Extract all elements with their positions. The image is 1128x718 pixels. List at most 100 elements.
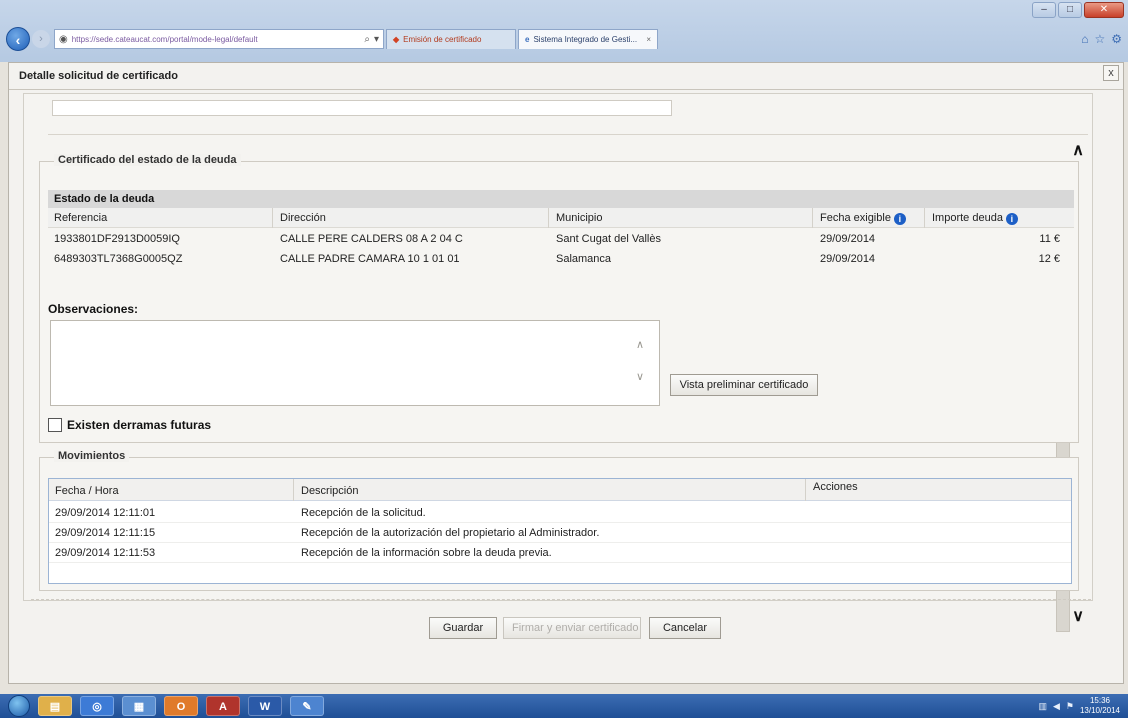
flag-icon[interactable]: ⚑ xyxy=(1066,701,1074,712)
chevron-up-icon[interactable]: ∧ xyxy=(1072,140,1084,160)
forward-arrow-icon[interactable]: › xyxy=(32,30,50,48)
cell-importe: 11 € xyxy=(1039,233,1060,245)
divider xyxy=(805,479,806,501)
folder-icon[interactable]: ▤ xyxy=(38,696,72,716)
chevron-down-icon[interactable]: ∨ xyxy=(1072,606,1084,626)
tab-label: Sistema Integrado de Gesti... xyxy=(533,35,638,44)
dialog-title: Detalle solicitud de certificado xyxy=(19,70,178,82)
cell-direccion: CALLE PADRE CAMARA 10 1 01 01 xyxy=(280,253,460,265)
minimize-icon[interactable]: – xyxy=(1032,2,1056,18)
divider xyxy=(31,599,1091,600)
cell-importe: 12 € xyxy=(1038,253,1060,265)
divider xyxy=(9,89,1123,90)
navigation-bar: ‹ › ◉ https://sede.cateaucat.com/portal/… xyxy=(6,26,1122,52)
divider xyxy=(293,479,294,501)
cell-direccion: CALLE PERE CALDERS 08 A 2 04 C xyxy=(280,233,463,245)
address-bar[interactable]: ◉ https://sede.cateaucat.com/portal/mode… xyxy=(54,29,384,49)
info-icon[interactable]: i xyxy=(1005,213,1018,225)
access-icon[interactable]: A xyxy=(206,696,240,716)
clock[interactable]: 15:36 13/10/2014 xyxy=(1080,696,1120,716)
window-close-icon[interactable]: ✕ xyxy=(1084,2,1124,18)
section-legend: Certificado del estado de la deuda xyxy=(54,154,241,166)
toolbar-icons: ⌂ ☆ ⚙ xyxy=(1081,32,1122,46)
table-row[interactable]: 29/09/2014 12:11:01 Recepción de la soli… xyxy=(49,503,1071,523)
home-icon[interactable]: ⌂ xyxy=(1081,32,1088,46)
col-acciones[interactable]: Acciones xyxy=(813,481,858,493)
cell-fecha-hora: 29/09/2014 12:11:15 xyxy=(55,527,156,539)
chrome-icon[interactable]: ◎ xyxy=(80,696,114,716)
derramas-checkbox-row[interactable]: Existen derramas futuras xyxy=(48,418,211,432)
taskbar: ▤ ◎ ▦ O A W ✎ ▥ ◀ ⚑ 15:36 13/10/2014 xyxy=(0,694,1128,718)
cell-fecha-hora: 29/09/2014 12:11:01 xyxy=(55,507,156,519)
cell-descripcion: Recepción de la autorización del propiet… xyxy=(301,527,600,539)
col-importe-label: Importe deuda xyxy=(932,212,1003,224)
cancel-button[interactable]: Cancelar xyxy=(649,617,721,639)
col-fecha-exigible[interactable]: Fecha exigible i xyxy=(820,212,906,225)
cell-descripcion: Recepción de la información sobre la deu… xyxy=(301,547,552,559)
debt-status-header: Estado de la deuda xyxy=(48,190,1074,208)
col-referencia[interactable]: Referencia xyxy=(54,212,107,224)
maximize-icon[interactable]: □ xyxy=(1058,2,1082,18)
table-row[interactable]: 29/09/2014 12:11:15 Recepción de la auto… xyxy=(49,523,1071,543)
dialog-close-icon[interactable]: x xyxy=(1103,65,1119,81)
info-icon[interactable]: i xyxy=(893,213,906,225)
movements-table: Fecha / Hora Descripción Acciones 29/09/… xyxy=(48,478,1072,584)
browser-chrome: – □ ✕ ‹ › ◉ https://sede.cateaucat.com/p… xyxy=(0,0,1128,62)
divider xyxy=(548,208,549,228)
tab-close-icon[interactable]: × xyxy=(646,35,651,44)
favorites-star-icon[interactable]: ☆ xyxy=(1094,32,1105,46)
network-icon[interactable]: ▥ xyxy=(1038,701,1047,712)
search-icon[interactable]: ⌕ xyxy=(364,34,370,45)
save-button[interactable]: Guardar xyxy=(429,617,497,639)
notes-icon[interactable]: ✎ xyxy=(290,696,324,716)
section-legend: Movimientos xyxy=(54,450,130,462)
legend-text: Certificado del estado de la deuda xyxy=(58,154,237,166)
derramas-label: Existen derramas futuras xyxy=(67,418,212,432)
system-tray: ▥ ◀ ⚑ 15:36 13/10/2014 xyxy=(1038,696,1128,716)
clock-date: 13/10/2014 xyxy=(1079,706,1120,715)
ie-page-icon: e xyxy=(525,35,530,44)
start-button-icon[interactable] xyxy=(8,695,30,717)
tab-sistema-integrado[interactable]: e Sistema Integrado de Gesti... × xyxy=(518,29,658,49)
outlook-icon[interactable]: O xyxy=(164,696,198,716)
tab-emision-certificado[interactable]: ◆ Emisión de certificado xyxy=(386,29,516,49)
observaciones-label: Observaciones: xyxy=(48,302,139,316)
col-fecha-label: Fecha exigible xyxy=(820,212,891,224)
movements-table-header: Fecha / Hora Descripción Acciones xyxy=(49,479,1071,501)
sign-send-certificate-button[interactable]: Firmar y enviar certificado xyxy=(503,617,641,639)
gear-icon[interactable]: ⚙ xyxy=(1111,32,1122,46)
derramas-checkbox[interactable] xyxy=(48,418,62,432)
col-municipio[interactable]: Municipio xyxy=(556,212,602,224)
tab-label: Emisión de certificado xyxy=(403,35,482,44)
col-descripcion[interactable]: Descripción xyxy=(301,485,358,497)
word-icon[interactable]: W xyxy=(248,696,282,716)
certificate-dialog: Detalle solicitud de certificado x ∧ ∨ C… xyxy=(8,62,1124,684)
legend-text: Movimientos xyxy=(58,450,126,462)
table-row[interactable]: 29/09/2014 12:11:53 Recepción de la info… xyxy=(49,543,1071,563)
divider xyxy=(924,208,925,228)
col-direccion[interactable]: Dirección xyxy=(280,212,326,224)
debt-certificate-section: Certificado del estado de la deuda Estad… xyxy=(39,154,1079,443)
table-row[interactable]: 6489303TL7368G0005QZ CALLE PADRE CAMARA … xyxy=(48,250,1074,270)
volume-icon[interactable]: ◀ xyxy=(1053,701,1060,712)
cell-fecha-hora: 29/09/2014 12:11:53 xyxy=(55,547,156,559)
warning-icon: ◆ xyxy=(393,35,400,44)
chevron-up-icon[interactable]: ∧ xyxy=(636,338,1072,351)
col-fecha-hora[interactable]: Fecha / Hora xyxy=(55,485,119,497)
cell-referencia: 1933801DF2913D0059IQ xyxy=(54,233,180,245)
previous-field xyxy=(52,100,672,116)
address-url: https://sede.cateaucat.com/portal/mode-l… xyxy=(71,34,258,44)
divider xyxy=(272,208,273,228)
observaciones-textarea[interactable] xyxy=(50,320,660,406)
back-arrow-icon[interactable]: ‹ xyxy=(6,27,30,51)
divider xyxy=(48,134,1088,135)
table-row[interactable]: 1933801DF2913D0059IQ CALLE PERE CALDERS … xyxy=(48,230,1074,250)
cell-fecha: 29/09/2014 xyxy=(820,253,876,265)
page-icon: ◉ xyxy=(59,33,68,45)
preview-certificate-button[interactable]: Vista preliminar certificado xyxy=(670,374,818,396)
cell-municipio: Salamanca xyxy=(556,253,612,265)
app-icon[interactable]: ▦ xyxy=(122,696,156,716)
divider xyxy=(812,208,813,228)
col-importe-deuda[interactable]: Importe deuda i xyxy=(932,212,1018,225)
dropdown-icon[interactable]: ▾ xyxy=(374,34,379,45)
